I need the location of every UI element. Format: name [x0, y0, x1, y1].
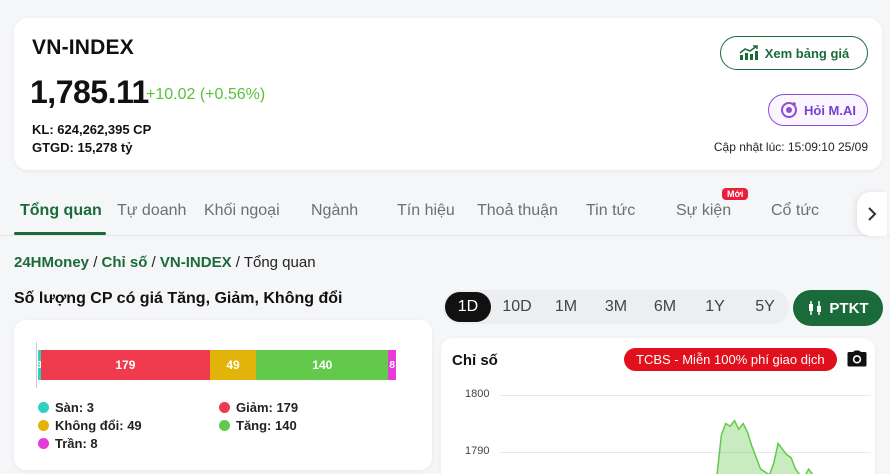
period-3m[interactable]: 3M: [593, 298, 639, 316]
period-1d[interactable]: 1D: [445, 292, 491, 322]
legend-unchanged: Không đổi: 49: [38, 418, 142, 433]
period-10d[interactable]: 10D: [494, 298, 540, 316]
legend-floor-label: Sàn: 3: [55, 400, 95, 415]
tab-foreign[interactable]: Khối ngoại: [204, 202, 280, 220]
tab-signals[interactable]: Tín hiệu: [397, 202, 455, 220]
ai-bot-icon: [781, 102, 797, 118]
legend-down: Giảm: 179: [219, 400, 298, 415]
breadcrumb-sep: /: [147, 254, 160, 271]
breadth-segment-label: 179: [115, 358, 136, 372]
index-name: VN-INDEX: [32, 36, 134, 59]
period-1y[interactable]: 1Y: [692, 298, 738, 316]
index-price: 1,785.11: [30, 74, 149, 110]
candlestick-icon: [809, 301, 822, 315]
new-badge: Mới: [722, 188, 749, 200]
breadth-segment-giam: 179: [40, 350, 210, 380]
breadth-bar: 3 179 49 140 8: [37, 350, 396, 380]
tabs-scroll-right-button[interactable]: [857, 192, 887, 236]
tab-news[interactable]: Tin tức: [586, 202, 635, 220]
breadth-segment-label: 49: [226, 358, 240, 372]
last-updated: Cập nhật lúc: 15:09:10 25/09: [713, 140, 868, 154]
legend-down-label: Giảm: 179: [236, 400, 299, 415]
breadth-segment-label: 140: [312, 358, 333, 372]
chart-area-fill: [717, 420, 813, 474]
period-selector: 1D 10D 1M 3M 6M 1Y 5Y: [443, 290, 789, 324]
active-tab-indicator: [14, 232, 106, 235]
legend-dot-ceiling: [38, 438, 49, 449]
legend-ceiling: Trần: 8: [38, 436, 98, 451]
technical-analysis-label: PTKT: [829, 299, 869, 317]
breadcrumb-index[interactable]: Chỉ số: [102, 254, 148, 271]
breadth-segment-tran: 8: [388, 350, 396, 380]
legend-ceiling-label: Trần: 8: [55, 436, 98, 451]
index-area-chart: [716, 419, 814, 474]
tab-proprietary[interactable]: Tự doanh: [117, 202, 186, 220]
breadth-card: 3 179 49 140 8 Sàn: 3 Không đổi: 49 Trần: 8 …: [14, 320, 432, 470]
legend-up: Tăng: 140: [219, 418, 297, 433]
legend-dot-unchanged: [38, 420, 49, 431]
legend-floor: Sàn: 3: [38, 400, 94, 415]
period-6m[interactable]: 6M: [642, 298, 688, 316]
legend-dot-down: [219, 402, 230, 413]
breadth-title: Số lượng CP có giá Tăng, Giảm, Không đổi: [14, 290, 343, 307]
view-price-board-button[interactable]: Xem bảng giá: [720, 36, 868, 70]
period-5y[interactable]: 5Y: [742, 298, 788, 316]
ask-ai-label: Hỏi M.AI: [804, 102, 856, 118]
legend-dot-floor: [38, 402, 49, 413]
index-change: +10.02 (+0.56%): [146, 86, 266, 103]
tab-events[interactable]: Sự kiện: [676, 202, 731, 220]
tab-sector[interactable]: Ngành: [311, 202, 358, 220]
volume-text: KL: 624,262,395 CP: [32, 122, 152, 137]
tab-dividends[interactable]: Cổ tức: [771, 202, 819, 220]
breadth-segment-tang: 140: [256, 350, 389, 380]
trend-chart-icon: [739, 45, 758, 60]
tab-bar: Tổng quan Tự doanh Khối ngoại Ngành Tín …: [0, 188, 890, 236]
tab-negotiated[interactable]: Thoả thuận: [477, 202, 558, 220]
view-price-board-label: Xem bảng giá: [764, 45, 850, 61]
technical-analysis-button[interactable]: PTKT: [793, 290, 883, 326]
breadth-segment-label: 8: [389, 359, 395, 371]
breadcrumb-current: Tổng quan: [243, 254, 316, 271]
period-1m[interactable]: 1M: [543, 298, 589, 316]
chevron-right-icon: [868, 207, 877, 221]
ask-ai-button[interactable]: Hỏi M.AI: [768, 94, 868, 126]
breadth-segment-khong_doi: 49: [209, 350, 257, 380]
breadcrumb-vnindex[interactable]: VN-INDEX: [160, 254, 232, 271]
legend-dot-up: [219, 420, 230, 431]
value-text: GTGD: 15,278 tỷ: [32, 140, 133, 155]
tab-overview[interactable]: Tổng quan: [20, 202, 102, 220]
breadcrumb: 24HMoney / Chỉ số / VN-INDEX / Tổng quan: [14, 254, 316, 271]
breadcrumb-sep: /: [231, 254, 244, 271]
index-summary-card: VN-INDEX 1,785.11 +10.02 (+0.56%) KL: 62…: [14, 18, 882, 170]
legend-unchanged-label: Không đổi: 49: [55, 418, 142, 433]
breadcrumb-sep: /: [89, 254, 102, 271]
breadcrumb-home[interactable]: 24HMoney: [14, 254, 89, 271]
legend-up-label: Tăng: 140: [236, 418, 297, 433]
index-chart-card: Chỉ số TCBS - Miễn 100% phí giao dịch 18…: [441, 338, 875, 474]
